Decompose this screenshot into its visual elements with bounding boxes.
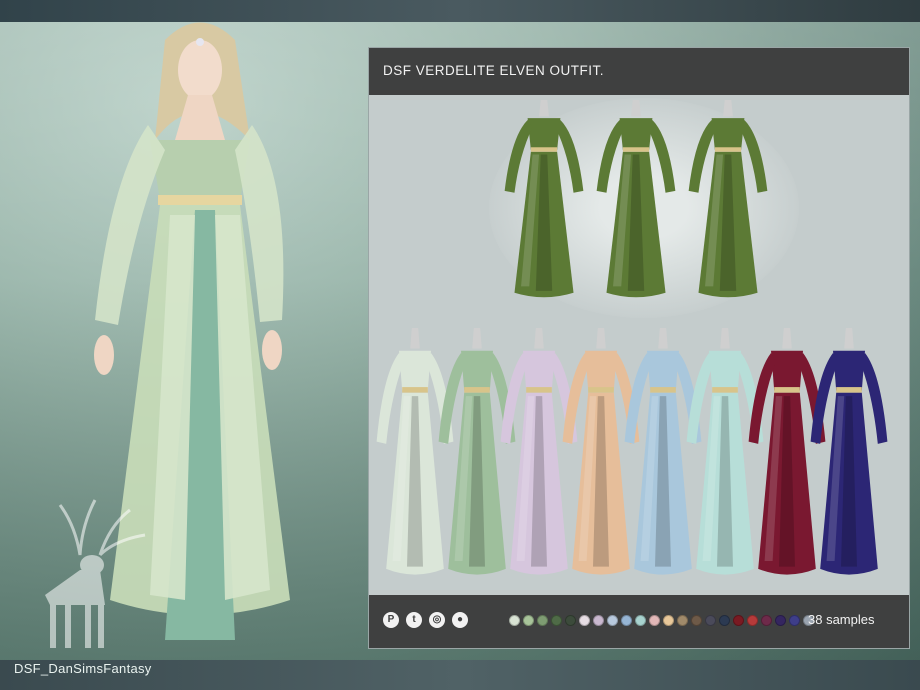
preview-outfit-back xyxy=(688,100,768,298)
variant-outfit-indigo xyxy=(810,328,888,575)
watermark-text: DSF_DanSimsFantasy xyxy=(14,661,152,676)
color-swatch[interactable] xyxy=(621,615,632,626)
product-panel: DSF VERDELITE ELVEN OUTFIT. P t ◎ ● 38 s… xyxy=(368,47,910,649)
color-swatch[interactable] xyxy=(719,615,730,626)
variant-outfit-lavender xyxy=(500,328,578,575)
variant-outfit-sage-white xyxy=(376,328,454,575)
color-swatch[interactable] xyxy=(607,615,618,626)
color-swatch[interactable] xyxy=(663,615,674,626)
color-swatch[interactable] xyxy=(677,615,688,626)
color-swatch[interactable] xyxy=(523,615,534,626)
deer-logo-icon xyxy=(45,499,146,648)
color-swatch[interactable] xyxy=(733,615,744,626)
color-swatch[interactable] xyxy=(649,615,660,626)
color-swatches xyxy=(509,615,814,626)
color-swatch[interactable] xyxy=(705,615,716,626)
color-swatch[interactable] xyxy=(761,615,772,626)
preview-outfit-front xyxy=(504,100,584,298)
variant-outfit-aqua xyxy=(686,328,764,575)
color-swatch[interactable] xyxy=(565,615,576,626)
instagram-icon[interactable]: ◎ xyxy=(429,612,445,628)
color-swatch[interactable] xyxy=(593,615,604,626)
color-swatch[interactable] xyxy=(691,615,702,626)
tumblr-icon[interactable]: t xyxy=(406,612,422,628)
preview-outfit-open xyxy=(596,100,676,298)
preview-outfits xyxy=(504,100,768,298)
pinterest-icon[interactable]: P xyxy=(383,612,399,628)
color-swatch[interactable] xyxy=(579,615,590,626)
variant-outfit-sage-green xyxy=(438,328,516,575)
samples-count: 38 samples xyxy=(808,612,875,627)
panel-header: DSF VERDELITE ELVEN OUTFIT. xyxy=(369,48,909,95)
color-swatch[interactable] xyxy=(789,615,800,626)
color-swatch[interactable] xyxy=(551,615,562,626)
color-swatch[interactable] xyxy=(537,615,548,626)
panel-title: DSF VERDELITE ELVEN OUTFIT. xyxy=(383,63,605,78)
color-swatch[interactable] xyxy=(509,615,520,626)
color-swatch[interactable] xyxy=(747,615,758,626)
color-swatch[interactable] xyxy=(775,615,786,626)
color-variant-row xyxy=(376,328,888,575)
color-swatch[interactable] xyxy=(635,615,646,626)
variant-outfit-peach xyxy=(562,328,640,575)
variant-outfit-burgundy xyxy=(748,328,826,575)
variant-outfit-light-blue xyxy=(624,328,702,575)
patreon-icon[interactable]: ● xyxy=(452,612,468,628)
